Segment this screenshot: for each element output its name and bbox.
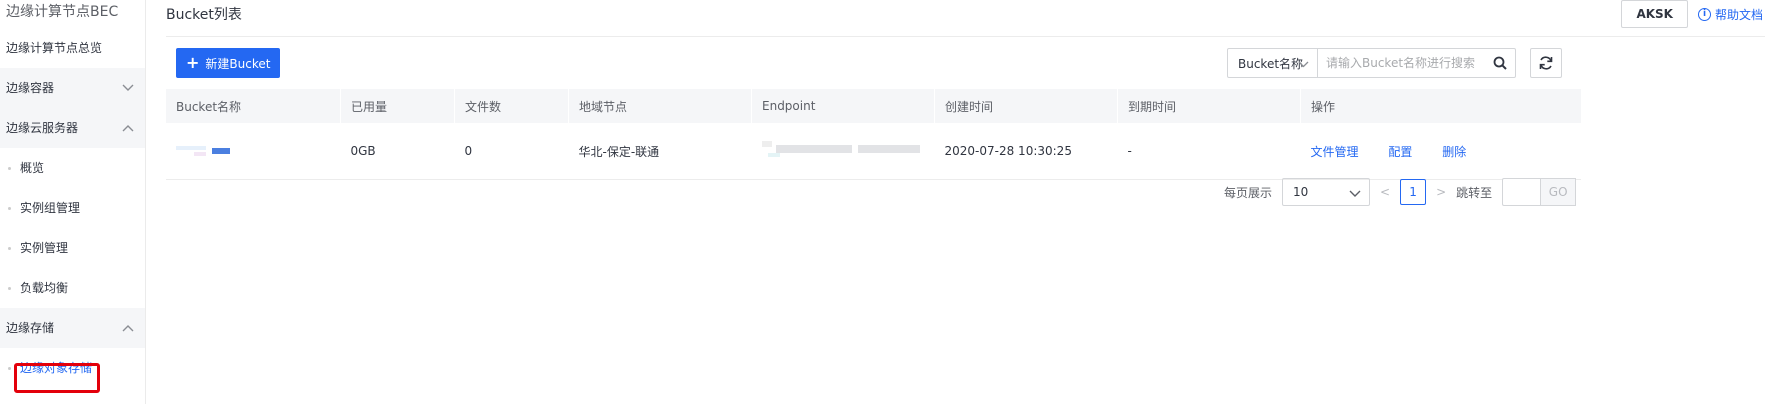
sidebar-group-edge-storage[interactable]: 边缘存储 xyxy=(0,308,145,348)
info-icon: i xyxy=(1697,7,1711,21)
page-size-select[interactable]: 10 xyxy=(1282,178,1371,206)
search-field-select[interactable]: Bucket名称 xyxy=(1228,49,1318,77)
bullet-dot xyxy=(8,367,11,370)
column-header: 操作 xyxy=(1300,89,1581,123)
sidebar-item-label: 边缘云服务器 xyxy=(6,121,79,135)
plus-icon: + xyxy=(186,53,200,72)
page-title: Bucket列表 xyxy=(166,7,242,23)
prev-page-button[interactable]: < xyxy=(1380,185,1390,199)
next-page-button[interactable]: > xyxy=(1436,185,1446,199)
sidebar-item-label: 实例组管理 xyxy=(20,201,81,215)
sidebar-item-load-balance[interactable]: 负载均衡 xyxy=(0,268,145,308)
create-bucket-button[interactable]: + 新建Bucket xyxy=(176,48,281,78)
files-cell: 0 xyxy=(454,123,569,180)
sidebar-item-label: 概览 xyxy=(20,161,45,175)
bullet-dot xyxy=(8,207,11,210)
column-header: 创建时间 xyxy=(934,89,1118,123)
sidebar-item-label: 边缘计算节点总览 xyxy=(6,41,103,55)
bucket-table: Bucket名称 已用量 文件数 地域节点 Endpoint 创建时间 到期时间… xyxy=(166,89,1581,180)
chevron-down-icon xyxy=(121,68,135,108)
search-box: Bucket名称 xyxy=(1227,48,1516,78)
chevron-down-icon xyxy=(1349,187,1361,201)
sidebar-item-label: 负载均衡 xyxy=(20,281,69,295)
redacted-endpoint xyxy=(761,140,932,159)
search-icon[interactable] xyxy=(1485,49,1515,77)
bullet-dot xyxy=(8,287,11,290)
jump-label: 跳转至 xyxy=(1456,185,1493,200)
go-button[interactable]: GO xyxy=(1540,178,1577,206)
actions-cell: 文件管理 配置 删除 xyxy=(1300,123,1581,180)
refresh-icon xyxy=(1539,56,1553,70)
chevron-up-icon xyxy=(121,108,135,148)
page-number-current[interactable]: 1 xyxy=(1400,179,1427,205)
expires-cell: - xyxy=(1117,123,1301,180)
bullet-dot xyxy=(8,167,11,170)
column-header: Endpoint xyxy=(751,89,935,123)
help-link-label: 帮助文档 xyxy=(1714,7,1763,22)
chevron-down-icon xyxy=(1298,57,1309,71)
create-bucket-label: 新建Bucket xyxy=(205,56,271,71)
sidebar-item-instance-group[interactable]: 实例组管理 xyxy=(0,188,145,228)
sidebar-item-label: 边缘存储 xyxy=(6,321,55,335)
pagination: 每页展示 10 < 1 > 跳转至 GO xyxy=(1224,178,1577,206)
sidebar-title: 边缘计算节点BEC xyxy=(6,4,119,20)
created-cell: 2020-07-28 10:30:25 xyxy=(934,123,1118,180)
column-header: Bucket名称 xyxy=(166,89,341,123)
redacted-bucket-name xyxy=(176,144,234,156)
sidebar-group-edge-cloud-server[interactable]: 边缘云服务器 xyxy=(0,108,145,148)
table-header-row: Bucket名称 已用量 文件数 地域节点 Endpoint 创建时间 到期时间… xyxy=(166,89,1581,123)
sidebar-item-summary[interactable]: 概览 xyxy=(0,148,145,188)
sidebar-group-edge-container[interactable]: 边缘容器 xyxy=(0,68,145,108)
help-link[interactable]: i 帮助文档 xyxy=(1697,6,1763,23)
header-divider xyxy=(166,36,1765,37)
region-cell: 华北-保定-联通 xyxy=(568,123,752,180)
main-content: Bucket列表 AKSK i 帮助文档 + 新建Bucket Bucket名称 xyxy=(146,0,1771,404)
used-cell: 0GB xyxy=(340,123,455,180)
delete-link[interactable]: 删除 xyxy=(1442,145,1466,159)
sidebar-item-overview[interactable]: 边缘计算节点总览 xyxy=(0,28,145,68)
chevron-up-icon xyxy=(121,308,135,348)
sidebar-item-label: 边缘容器 xyxy=(6,81,55,95)
sidebar-item-label: 实例管理 xyxy=(20,241,69,255)
sidebar-item-instance[interactable]: 实例管理 xyxy=(0,228,145,268)
bucket-name-cell[interactable] xyxy=(166,123,341,180)
search-input[interactable] xyxy=(1318,49,1485,77)
jump-page-input[interactable] xyxy=(1502,178,1541,206)
column-header: 已用量 xyxy=(340,89,455,123)
column-header: 到期时间 xyxy=(1117,89,1301,123)
config-link[interactable]: 配置 xyxy=(1388,145,1412,159)
column-header: 地域节点 xyxy=(568,89,752,123)
bullet-dot xyxy=(8,247,11,250)
table-row: 0GB 0 华北-保定-联通 2020-07-28 10:30:25 - 文件管… xyxy=(166,123,1581,180)
refresh-button[interactable] xyxy=(1530,48,1562,78)
sidebar: 边缘计算节点BEC 边缘计算节点总览 边缘容器 边缘云服务器 概览 实例组管理 … xyxy=(0,0,146,404)
file-manage-link[interactable]: 文件管理 xyxy=(1311,145,1359,159)
aksk-button[interactable]: AKSK xyxy=(1621,0,1688,28)
search-field-label: Bucket名称 xyxy=(1238,56,1304,71)
page-size-label: 每页展示 xyxy=(1224,185,1273,200)
highlight-box xyxy=(14,363,100,393)
page-size-value: 10 xyxy=(1293,185,1309,199)
column-header: 文件数 xyxy=(454,89,569,123)
header-actions: AKSK i 帮助文档 xyxy=(1621,0,1771,28)
endpoint-cell xyxy=(751,123,935,180)
